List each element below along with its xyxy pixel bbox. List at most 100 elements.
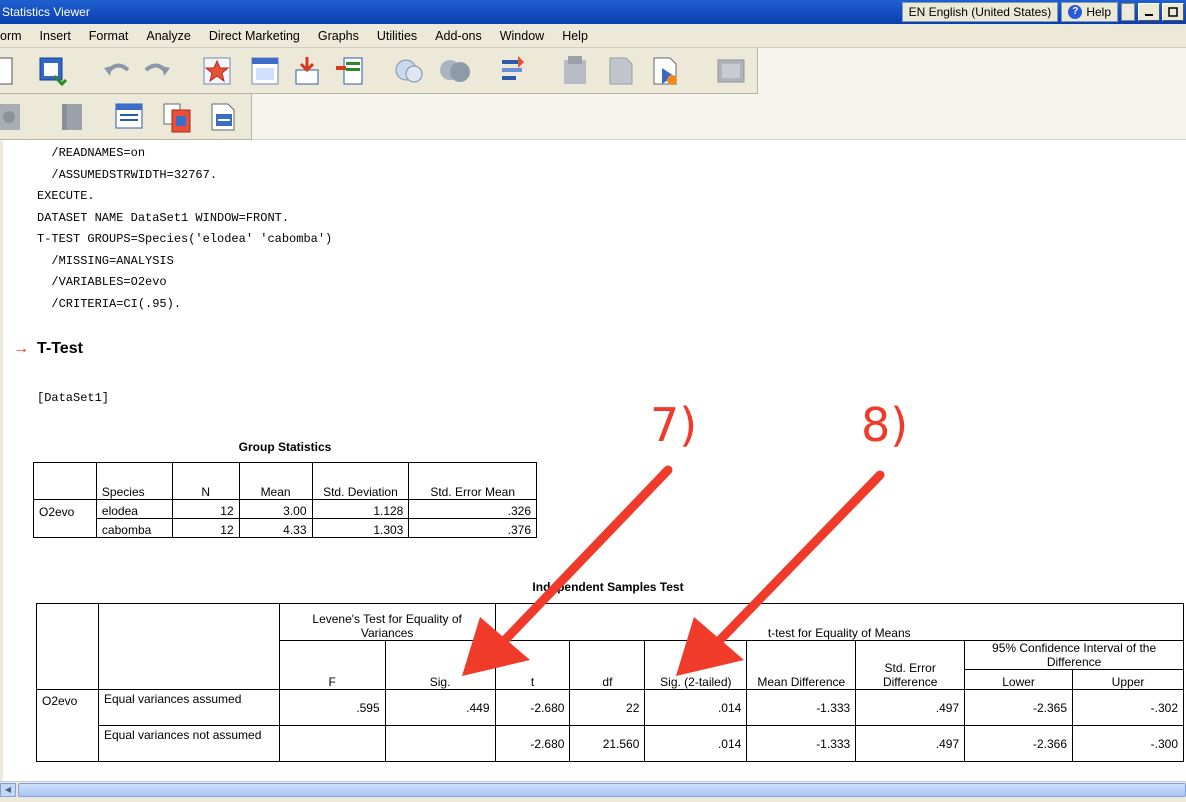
- dataset-label: [DataSet1]: [37, 391, 110, 405]
- levene-header: Levene's Test for Equality of Variances: [278, 603, 496, 641]
- header-std-dev: Std. Deviation: [311, 462, 410, 500]
- syntax-line: /READNAMES=on: [37, 146, 146, 160]
- menu-format[interactable]: Format: [80, 24, 138, 48]
- book-icon[interactable]: [56, 100, 90, 134]
- std-dev-cell: 1.128: [311, 499, 410, 519]
- document-icon[interactable]: [0, 54, 20, 88]
- syntax-line: EXECUTE.: [37, 189, 95, 203]
- menu-insert[interactable]: Insert: [31, 24, 80, 48]
- spelling-icon[interactable]: [494, 54, 528, 88]
- maximize-button[interactable]: [1162, 3, 1184, 21]
- corner-cell: [33, 462, 97, 500]
- ttest-header: t-test for Equality of Means: [494, 603, 1185, 641]
- variable-cell: O2evo: [36, 689, 99, 726]
- preview-icon[interactable]: [0, 100, 26, 134]
- window-layout-icon[interactable]: [714, 54, 748, 88]
- header-mean-diff: Mean Difference: [746, 640, 857, 690]
- maximize-icon: [1168, 7, 1178, 17]
- menu-utilities[interactable]: Utilities: [368, 24, 426, 48]
- menu-transform[interactable]: orm: [0, 24, 31, 48]
- std-dev-cell: 1.303: [311, 518, 410, 538]
- indep-test-title: Independent Samples Test: [532, 580, 684, 594]
- t-cell: -2.680: [494, 689, 571, 726]
- help-icon: ?: [1068, 5, 1083, 19]
- minimize-icon: [1145, 14, 1153, 16]
- menu-analyze[interactable]: Analyze: [137, 24, 199, 48]
- help-label: Help: [1086, 5, 1111, 19]
- language-label: EN English (United States): [908, 5, 1052, 19]
- header-ci: 95% Confidence Interval of the Differenc…: [964, 640, 1184, 670]
- corner-cell: [36, 603, 99, 641]
- pivot-table-icon[interactable]: [112, 100, 146, 134]
- t-cell: -2.680: [494, 725, 571, 762]
- show-all-variables-icon[interactable]: [392, 54, 426, 88]
- goto-data-icon[interactable]: [200, 54, 234, 88]
- menu-direct-marketing[interactable]: Direct Marketing: [200, 24, 309, 48]
- export-icon[interactable]: [604, 54, 638, 88]
- insert-object-icon[interactable]: [206, 100, 240, 134]
- language-button[interactable]: EN English (United States): [901, 2, 1059, 22]
- syntax-line: T-TEST GROUPS=Species('elodea' 'cabomba'…: [37, 232, 333, 246]
- header-sig-2tailed: Sig. (2-tailed): [644, 640, 748, 690]
- heading-text: T-Test: [37, 340, 83, 357]
- n-cell: 12: [171, 518, 240, 538]
- window-title: Statistics Viewer: [2, 5, 90, 19]
- row-label: Equal variances assumed: [97, 689, 280, 726]
- help-button[interactable]: ? Help: [1061, 2, 1118, 22]
- table-row: O2evo elodea 12 3.00 1.128 .326: [33, 499, 537, 519]
- header-lower: Lower: [964, 669, 1074, 690]
- df-cell: 21.560: [569, 725, 646, 762]
- undo-icon[interactable]: [100, 54, 134, 88]
- upper-cell: -.300: [1072, 725, 1184, 762]
- mean-diff-cell: -1.333: [746, 725, 857, 762]
- syntax-line: /MISSING=ANALYSIS: [37, 253, 174, 268]
- corner-cell: [97, 669, 280, 690]
- data-editor-icon[interactable]: [36, 54, 70, 88]
- run-script-icon[interactable]: [648, 54, 682, 88]
- output-viewer[interactable]: /READNAMES=on /ASSUMEDSTRWIDTH=32767. EXE…: [0, 141, 1186, 781]
- corner-cell: [97, 603, 280, 641]
- annotation-7: 7): [650, 398, 698, 452]
- sig2-cell: .014: [644, 689, 748, 726]
- f-cell: .595: [278, 689, 386, 726]
- minimize-button[interactable]: [1138, 3, 1160, 21]
- indep-samples-table[interactable]: Levene's Test for Equality of Variances …: [36, 603, 1185, 762]
- toolbar-empty-area: [758, 48, 1186, 94]
- menu-add-ons[interactable]: Add-ons: [426, 24, 491, 48]
- copy-object-icon[interactable]: [160, 100, 194, 134]
- status-strip: [0, 798, 1186, 802]
- corner-cell: [97, 640, 280, 670]
- syntax-log: /READNAMES=on /ASSUMEDSTRWIDTH=32767. EXE…: [37, 143, 332, 315]
- menu-help[interactable]: Help: [553, 24, 597, 48]
- group-stats-table[interactable]: Species N Mean Std. Deviation Std. Error…: [33, 462, 537, 538]
- toolbar-grip-icon[interactable]: ⁝: [1121, 3, 1135, 21]
- menu-graphs[interactable]: Graphs: [309, 24, 368, 48]
- redo-icon[interactable]: [140, 54, 174, 88]
- std-err-cell: .326: [408, 499, 537, 519]
- insert-variable-icon[interactable]: [332, 54, 366, 88]
- designate-window-icon[interactable]: [558, 54, 592, 88]
- std-err-diff-cell: .497: [855, 725, 966, 762]
- use-variable-sets-icon[interactable]: [438, 54, 472, 88]
- header-std-err-diff: Std. Error Difference: [855, 640, 966, 690]
- insert-cases-icon[interactable]: [290, 54, 324, 88]
- header-species: Species: [95, 462, 173, 500]
- lower-cell: -2.366: [964, 725, 1074, 762]
- sig-cell: .449: [384, 689, 496, 726]
- std-err-cell: .376: [408, 518, 537, 538]
- corner-cell: [36, 640, 99, 670]
- title-bar: Statistics Viewer EN English (United Sta…: [0, 0, 1186, 24]
- syntax-line: /ASSUMEDSTRWIDTH=32767.: [37, 167, 218, 182]
- table-row: cabomba 12 4.33 1.303 .376: [33, 518, 537, 538]
- mean-diff-cell: -1.333: [746, 689, 857, 726]
- t-test-heading[interactable]: → T-Test: [13, 340, 83, 358]
- toolbar2-empty-area: [252, 94, 1186, 140]
- goto-variable-icon[interactable]: [248, 54, 282, 88]
- scroll-left-icon[interactable]: ◀: [0, 783, 16, 797]
- menu-window[interactable]: Window: [491, 24, 553, 48]
- header-n: N: [171, 462, 240, 500]
- horizontal-scrollbar[interactable]: ◀: [0, 781, 1186, 798]
- scrollbar-thumb[interactable]: [18, 783, 1186, 797]
- table-row: Equal variances not assumed -2.680 21.56…: [36, 725, 1184, 762]
- secondary-toolbar: [0, 94, 252, 140]
